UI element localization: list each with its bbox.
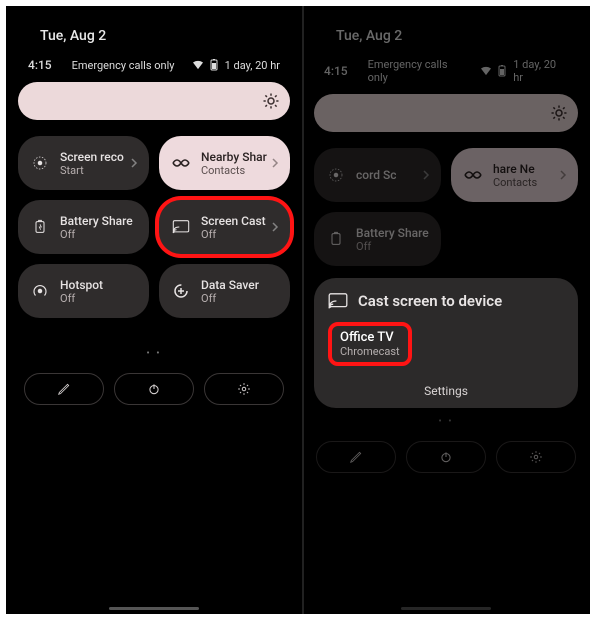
record-icon: [30, 154, 50, 172]
battery-icon: [497, 66, 507, 76]
tile-sublabel: Contacts: [201, 164, 267, 177]
tile-label: Screen reco: [60, 150, 124, 164]
battery-icon: [209, 60, 219, 70]
cast-sheet: Cast screen to device Office TV Chromeca…: [314, 278, 578, 408]
tile-data-saver[interactable]: Data SaverOff: [159, 264, 290, 318]
brightness-icon: [260, 90, 282, 112]
tile-label: hare Ne: [493, 162, 537, 176]
chevron-right-icon: [129, 158, 139, 168]
chevron-right-icon: [270, 222, 280, 232]
tile-label: Battery Share: [60, 214, 133, 228]
date-label: Tue, Aug 2: [336, 28, 578, 44]
brightness-slider[interactable]: [314, 94, 578, 132]
tile-label: Nearby Shar: [201, 150, 267, 164]
nearby-share-icon: [171, 157, 191, 169]
status-bar: 4:15 Emergency calls only 1 day, 20 hr: [314, 58, 578, 84]
wifi-icon: [481, 66, 491, 76]
clock: 4:15: [324, 64, 348, 78]
tile-sublabel: Off: [60, 228, 133, 241]
settings-button[interactable]: [204, 373, 284, 405]
right-screenshot: Tue, Aug 2 4:15 Emergency calls only 1 d…: [302, 6, 590, 614]
edit-button[interactable]: [316, 441, 396, 473]
nav-handle[interactable]: [109, 607, 199, 610]
tile-label: Battery Share: [356, 226, 429, 240]
left-screenshot: Tue, Aug 2 4:15 Emergency calls only 1 d…: [6, 6, 302, 614]
tile-label: Data Saver: [201, 278, 259, 292]
tile-screen-record[interactable]: Screen recoStart: [18, 136, 149, 190]
chevron-right-icon: [270, 158, 280, 168]
brightness-slider[interactable]: [18, 82, 290, 120]
tile-battery-share[interactable]: Battery ShareOff: [314, 212, 441, 266]
tile-nearby-share[interactable]: hare NeContacts: [451, 148, 578, 202]
battery-share-icon: [30, 219, 50, 235]
tile-label: cord Sc: [356, 168, 396, 182]
emergency-label: Emergency calls only: [368, 58, 470, 84]
tile-battery-share[interactable]: Battery ShareOff: [18, 200, 149, 254]
date-label: Tue, Aug 2: [40, 28, 290, 44]
nearby-share-icon: [463, 169, 483, 181]
chevron-right-icon: [421, 170, 431, 180]
chevron-right-icon: [558, 170, 568, 180]
tile-sublabel: Contacts: [493, 176, 537, 189]
tile-sublabel: Off: [201, 292, 259, 305]
tile-screen-record[interactable]: cord Sc: [314, 148, 441, 202]
clock: 4:15: [28, 58, 52, 72]
settings-button[interactable]: [496, 441, 576, 473]
page-indicator: • •: [18, 348, 290, 359]
tile-screen-cast[interactable]: Screen CastOff: [159, 200, 290, 254]
cast-icon: [171, 220, 191, 234]
tile-hotspot[interactable]: HotspotOff: [18, 264, 149, 318]
tile-sublabel: Off: [60, 292, 103, 305]
nav-handle[interactable]: [401, 607, 491, 610]
cast-sheet-title: Cast screen to device: [358, 292, 502, 310]
brightness-icon: [548, 102, 570, 124]
cast-device-item[interactable]: Office TV Chromecast: [328, 322, 564, 366]
cast-settings-link[interactable]: Settings: [328, 384, 564, 398]
data-saver-icon: [171, 282, 191, 300]
tile-nearby-share[interactable]: Nearby SharContacts: [159, 136, 290, 190]
power-button[interactable]: [114, 373, 194, 405]
tile-sublabel: Off: [201, 228, 266, 241]
emergency-label: Emergency calls only: [72, 59, 175, 72]
tile-label: Screen Cast: [201, 214, 266, 228]
cast-icon: [328, 293, 348, 309]
wifi-icon: [193, 60, 203, 70]
record-icon: [326, 166, 346, 184]
tile-label: Hotspot: [60, 278, 103, 292]
status-bar: 4:15 Emergency calls only 1 day, 20 hr: [18, 58, 290, 72]
cast-device-type: Chromecast: [340, 345, 400, 358]
cast-device-name: Office TV: [340, 330, 400, 345]
tile-sublabel: Start: [60, 164, 124, 177]
power-button[interactable]: [406, 441, 486, 473]
battery-share-icon: [326, 231, 346, 247]
edit-button[interactable]: [24, 373, 104, 405]
battery-text: 1 day, 20 hr: [225, 59, 280, 72]
page-indicator: • •: [314, 416, 578, 427]
tile-sublabel: Off: [356, 240, 429, 253]
hotspot-icon: [30, 282, 50, 300]
battery-text: 1 day, 20 hr: [513, 58, 568, 84]
